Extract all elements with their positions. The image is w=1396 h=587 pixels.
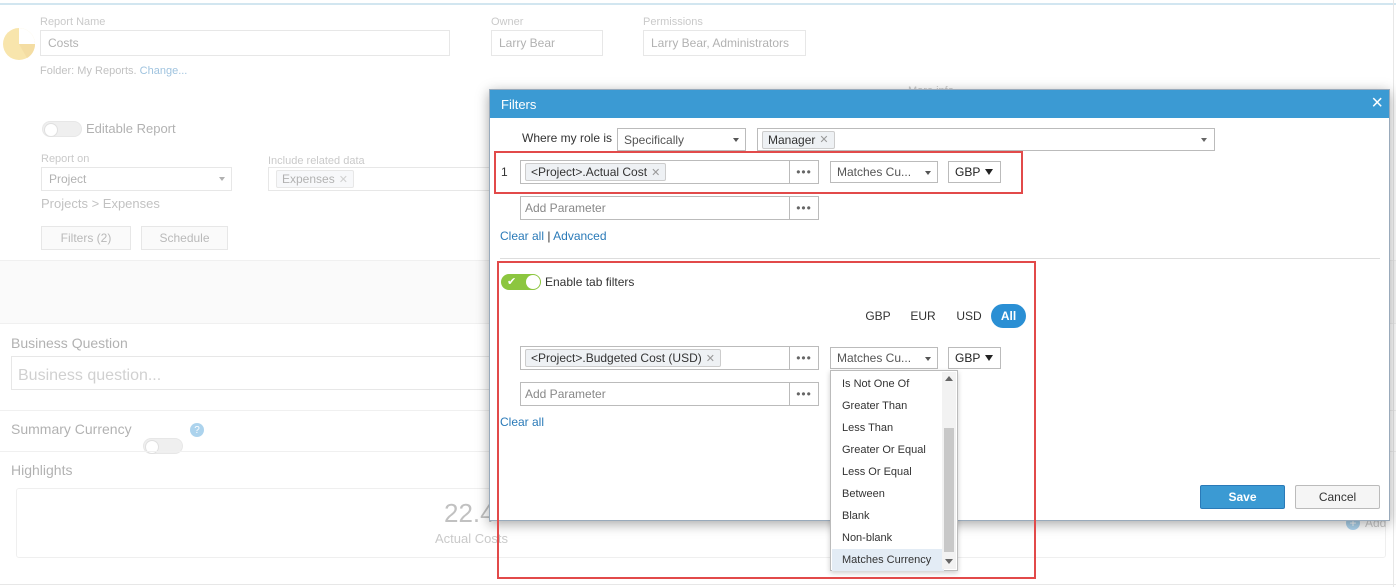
- folder-text: Folder: My Reports.: [40, 65, 137, 77]
- report-on-label: Report on: [41, 153, 90, 165]
- report-name-label: Report Name: [40, 16, 106, 28]
- role-label: Where my role is: [522, 131, 613, 145]
- clear-all-link[interactable]: Clear all: [500, 229, 544, 243]
- folder-change-link[interactable]: Change...: [140, 65, 188, 77]
- highlight-box-tab-filters: [497, 261, 1036, 579]
- chevron-down-icon: [733, 138, 739, 142]
- expenses-tag: Expenses ✕: [276, 170, 354, 188]
- role-tag-input[interactable]: Manager ✕: [757, 128, 1215, 151]
- report-name-input[interactable]: Costs: [40, 30, 450, 56]
- breadcrumb: Projects > Expenses: [41, 196, 160, 211]
- clear-advanced-links: Clear all | Advanced: [500, 229, 607, 243]
- editable-report-toggle[interactable]: [42, 121, 82, 137]
- business-question-label: Business Question: [11, 335, 128, 351]
- remove-tag-icon[interactable]: ✕: [819, 133, 828, 146]
- link-separator: |: [547, 229, 551, 243]
- role-mode-value: Specifically: [624, 132, 685, 147]
- dialog-title: Filters: [501, 96, 537, 112]
- chevron-down-icon: [1201, 138, 1207, 142]
- save-button[interactable]: Save: [1200, 485, 1285, 509]
- highlight-value: 22.4: [444, 498, 495, 528]
- report-on-select[interactable]: Project: [41, 167, 232, 191]
- editable-report-label: Editable Report: [86, 121, 176, 136]
- role-mode-select[interactable]: Specifically: [617, 128, 746, 151]
- highlights-label: Highlights: [11, 462, 73, 478]
- filters-button[interactable]: Filters (2): [41, 226, 131, 250]
- include-related-input[interactable]: Expenses ✕: [268, 167, 490, 191]
- report-on-value: Project: [49, 172, 87, 186]
- pie-chart-icon: [2, 27, 36, 61]
- include-related-label: Include related data: [268, 155, 365, 167]
- dialog-header: Filters ×: [490, 90, 1389, 118]
- permissions-label: Permissions: [643, 16, 703, 28]
- folder-info: Folder: My Reports. Change...: [40, 65, 187, 77]
- advanced-link[interactable]: Advanced: [553, 229, 606, 243]
- summary-currency-label: Summary Currency: [11, 421, 132, 437]
- permissions-input[interactable]: Larry Bear, Administrators: [643, 30, 806, 56]
- help-icon[interactable]: ?: [190, 423, 204, 437]
- manager-tag: Manager ✕: [762, 130, 835, 149]
- chevron-down-icon: [219, 177, 225, 181]
- owner-input[interactable]: Larry Bear: [491, 30, 603, 56]
- owner-label: Owner: [491, 16, 524, 28]
- add-parameter-input[interactable]: Add Parameter: [520, 196, 790, 220]
- close-icon[interactable]: ×: [1371, 93, 1383, 113]
- highlight-box-row1: [494, 151, 1023, 194]
- more-options-button[interactable]: •••: [789, 196, 819, 220]
- schedule-button[interactable]: Schedule: [141, 226, 228, 250]
- remove-tag-icon: ✕: [338, 173, 348, 186]
- section-divider: [500, 258, 1380, 259]
- top-border: [0, 3, 1396, 5]
- business-question-input[interactable]: Business question...: [11, 356, 511, 390]
- right-border: [1393, 0, 1394, 587]
- bottom-border: [0, 584, 1396, 585]
- cancel-button[interactable]: Cancel: [1295, 485, 1380, 509]
